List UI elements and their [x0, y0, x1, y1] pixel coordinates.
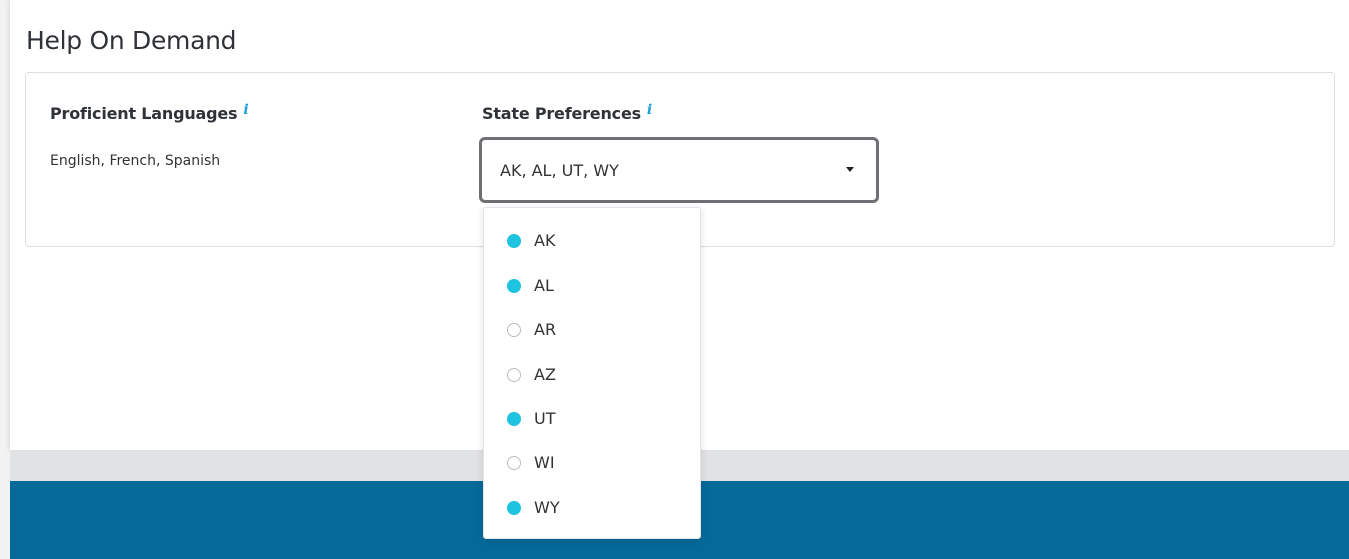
state-preferences-label-text: State Preferences: [482, 104, 641, 123]
radio-icon: [507, 279, 521, 293]
state-preferences-label: State Preferences i: [482, 102, 652, 123]
dropdown-option-al[interactable]: AL: [484, 265, 700, 309]
caret-down-icon: [846, 167, 854, 172]
info-icon[interactable]: i: [243, 102, 248, 118]
state-preferences-select[interactable]: AK, AL, UT, WY: [479, 137, 879, 203]
proficient-languages-label-text: Proficient Languages: [50, 104, 238, 123]
radio-icon: [507, 368, 521, 382]
state-preferences-selected-value: AK, AL, UT, WY: [500, 161, 619, 180]
radio-icon: [507, 501, 521, 515]
page-title: Help On Demand: [26, 26, 237, 55]
option-label: WY: [534, 498, 560, 517]
dropdown-option-ut[interactable]: UT: [484, 398, 700, 442]
radio-icon: [507, 412, 521, 426]
option-label: UT: [534, 409, 556, 428]
option-label: WI: [534, 453, 555, 472]
page: Help On Demand Proficient Languages i Eng…: [0, 0, 1349, 559]
radio-icon: [507, 323, 521, 337]
dropdown-option-ak[interactable]: AK: [484, 220, 700, 264]
dropdown-option-ar[interactable]: AR: [484, 309, 700, 353]
dropdown-option-wi[interactable]: WI: [484, 442, 700, 486]
info-icon[interactable]: i: [647, 102, 652, 118]
radio-icon: [507, 456, 521, 470]
option-label: AK: [534, 231, 556, 250]
radio-icon: [507, 234, 521, 248]
option-label: AL: [534, 276, 554, 295]
dropdown-option-wy[interactable]: WY: [484, 487, 700, 531]
proficient-languages-value: English, French, Spanish: [50, 153, 221, 169]
option-label: AR: [534, 320, 557, 339]
option-label: AZ: [534, 365, 556, 384]
proficient-languages-label: Proficient Languages i: [50, 102, 249, 123]
state-preferences-dropdown: AK AL AR AZ UT WI WY: [483, 207, 701, 539]
dropdown-option-az[interactable]: AZ: [484, 354, 700, 398]
